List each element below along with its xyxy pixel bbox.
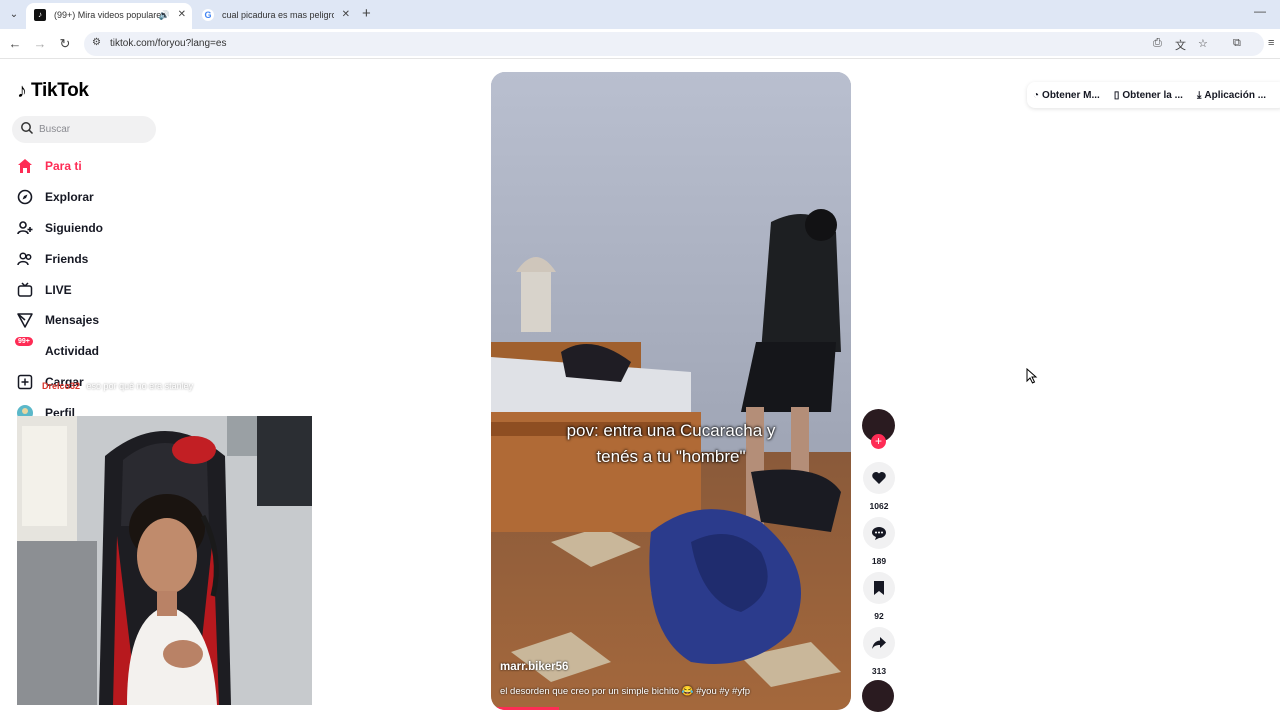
- google-favicon-icon: G: [202, 9, 214, 21]
- chat-text: eso por qué no era stanley: [86, 381, 194, 391]
- bookmark-icon: [863, 572, 895, 604]
- desktop-app-button[interactable]: ⤓ Aplicación ...: [1197, 90, 1266, 101]
- brand-name: TikTok: [31, 80, 89, 101]
- reload-icon[interactable]: ↻: [56, 35, 74, 53]
- download-icon: ⤓: [1196, 89, 1202, 101]
- url-field[interactable]: ⚙ tiktok.com/foryou?lang=es: [84, 32, 1264, 56]
- bookmark-star-icon[interactable]: ☆: [1198, 37, 1208, 50]
- share-icon: [863, 627, 895, 659]
- address-bar: ← → ↻ ⚙ tiktok.com/foryou?lang=es ⎙ 文 ☆ …: [0, 29, 1280, 59]
- new-tab-icon[interactable]: +: [362, 5, 371, 22]
- browser-tab-bar: ⌄ ♪ (99+) Mira videos populares 🔊 ✕ G cu…: [0, 0, 1280, 29]
- live-icon: [17, 282, 33, 298]
- phone-icon: ▯: [1113, 89, 1120, 101]
- sidebar-item-explorar[interactable]: Explorar: [17, 182, 217, 213]
- like-count: 1062: [869, 501, 889, 511]
- sidebar-item-label: Actividad: [45, 344, 100, 359]
- get-coins-button[interactable]: ◔ Obtener M...: [1033, 90, 1100, 101]
- comment-icon: [863, 517, 895, 549]
- top-actions-bar: ◔ Obtener M... ▯ Obtener la ... ⤓ Aplica…: [1027, 82, 1280, 108]
- share-count: 313: [871, 666, 887, 676]
- add-user-icon: [17, 220, 33, 236]
- tab-google[interactable]: G cual picadura es mas peligrosa ✕: [194, 3, 356, 29]
- search-input[interactable]: Buscar: [12, 116, 156, 143]
- share-button[interactable]: 313: [862, 627, 896, 676]
- menu-icon[interactable]: ≡: [1268, 37, 1274, 49]
- friends-icon: [17, 251, 33, 267]
- sidebar-item-label: Para ti: [45, 159, 82, 174]
- install-icon[interactable]: ⎙: [1153, 37, 1162, 50]
- get-app-button[interactable]: ▯ Obtener la ...: [1114, 90, 1183, 101]
- sidebar-item-friends[interactable]: Friends: [17, 243, 217, 274]
- mouse-cursor-icon: [1026, 368, 1038, 384]
- video-progress-bar[interactable]: [491, 707, 560, 710]
- compass-icon: [17, 189, 33, 205]
- tab-title: cual picadura es mas peligrosa: [222, 10, 334, 20]
- close-tab-icon[interactable]: ✕: [178, 3, 186, 27]
- site-info-icon[interactable]: ⚙: [92, 37, 101, 48]
- save-count: 92: [874, 611, 884, 621]
- tab-tiktok[interactable]: ♪ (99+) Mira videos populares 🔊 ✕: [26, 3, 192, 29]
- home-icon: [17, 158, 33, 174]
- stream-chat-message: Drelco32 eso por qué no era stanley: [42, 381, 193, 391]
- sidebar-item-para-ti[interactable]: Para ti: [17, 151, 217, 182]
- comment-count: 189: [871, 556, 887, 566]
- video-frame-image: [491, 72, 851, 710]
- tiktok-logo[interactable]: ♪ TikTok: [17, 79, 89, 103]
- sidebar-item-label: Mensajes: [45, 313, 100, 328]
- video-description[interactable]: el desorden que creo por un simple bichi…: [500, 686, 750, 697]
- sidebar-item-actividad[interactable]: 99+ Actividad: [15, 336, 217, 367]
- url-text: tiktok.com/foryou?lang=es: [110, 38, 227, 49]
- video-author[interactable]: marr.biker56: [500, 661, 568, 673]
- search-placeholder: Buscar: [39, 124, 71, 135]
- pill-label: Aplicación ...: [1204, 89, 1267, 101]
- coin-icon: ◔: [1033, 89, 1040, 101]
- save-button[interactable]: 92: [862, 572, 896, 621]
- speaker-icon[interactable]: 🔊: [159, 3, 170, 27]
- sidebar-item-label: Friends: [45, 251, 89, 266]
- extensions-icon[interactable]: ⧉: [1233, 37, 1241, 50]
- tab-search-icon[interactable]: ⌄: [6, 7, 22, 23]
- comment-button[interactable]: 189: [862, 517, 896, 566]
- pill-label: Obtener la ...: [1122, 89, 1183, 101]
- forward-icon[interactable]: →: [31, 35, 49, 53]
- sidebar-item-label: Explorar: [45, 190, 94, 205]
- caption-line: pov: entra una Cucaracha y: [566, 421, 776, 440]
- sidebar-item-label: Siguiendo: [45, 220, 103, 235]
- tiktok-note-icon: ♪: [17, 79, 27, 102]
- video-actions: + 1062 189 92 313: [862, 409, 896, 676]
- sidebar-item-label: LIVE: [45, 282, 72, 297]
- translate-icon[interactable]: 文: [1175, 37, 1186, 53]
- search-icon: [21, 122, 34, 135]
- sidebar-item-siguiendo[interactable]: Siguiendo: [17, 213, 217, 244]
- chat-username: Drelco32: [42, 381, 81, 391]
- creator-avatar[interactable]: +: [862, 409, 895, 449]
- close-tab-icon[interactable]: ✕: [342, 3, 350, 27]
- back-icon[interactable]: ←: [6, 35, 24, 53]
- sidebar-item-live[interactable]: LIVE: [17, 274, 217, 305]
- sidebar-item-mensajes[interactable]: Mensajes: [17, 305, 217, 336]
- caption-line: tenés a tu "hombre": [596, 447, 746, 466]
- follow-plus-icon[interactable]: +: [871, 434, 886, 449]
- streamer-camera-image: [17, 416, 312, 705]
- video-player[interactable]: pov: entra una Cucaracha y tenés a tu "h…: [491, 72, 851, 710]
- video-caption: pov: entra una Cucaracha y tenés a tu "h…: [491, 418, 851, 470]
- heart-icon: [863, 462, 895, 494]
- webcam-overlay: [17, 416, 312, 705]
- pill-label: Obtener M...: [1042, 89, 1100, 101]
- like-button[interactable]: 1062: [862, 462, 896, 511]
- send-icon: [17, 312, 33, 329]
- upload-icon: [17, 374, 33, 390]
- notification-badge: 99+: [15, 336, 33, 346]
- tiktok-favicon-icon: ♪: [34, 9, 46, 21]
- tab-title: (99+) Mira videos populares: [54, 10, 166, 20]
- sound-avatar[interactable]: [862, 680, 894, 712]
- minimize-icon[interactable]: —: [1254, 4, 1266, 18]
